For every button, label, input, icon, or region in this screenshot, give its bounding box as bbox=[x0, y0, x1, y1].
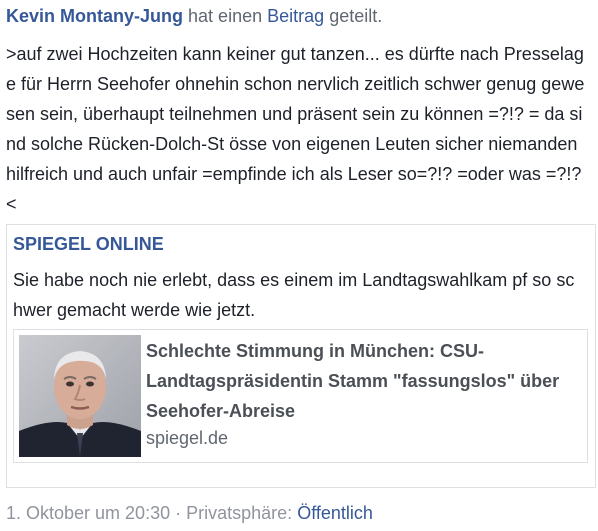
author-name-link[interactable]: Kevin Montany-Jung bbox=[6, 6, 183, 26]
post-footer: 1. Oktober um 20:30 · Privatsphäre: Öffe… bbox=[6, 500, 373, 526]
portrait-illustration bbox=[19, 335, 141, 457]
post-header: Kevin Montany-Jung hat einen Beitrag get… bbox=[6, 4, 382, 28]
article-thumbnail-image[interactable] bbox=[19, 335, 141, 457]
article-domain: spiegel.de bbox=[146, 428, 229, 448]
privacy-label: Privatsphäre: bbox=[186, 503, 293, 523]
header-text-before: hat einen bbox=[188, 6, 263, 26]
post-timestamp-link[interactable]: 1. Oktober um 20:30 bbox=[6, 503, 170, 523]
shared-post-card[interactable]: SPIEGEL ONLINE Sie habe noch nie erlebt,… bbox=[6, 224, 596, 488]
post-link[interactable]: Beitrag bbox=[267, 6, 324, 26]
article-title-link[interactable]: Schlechte Stimmung in München: CSU-Landt… bbox=[146, 336, 582, 426]
post-text: >auf zwei Hochzeiten kann keiner gut tan… bbox=[6, 44, 585, 214]
footer-separator: · bbox=[175, 503, 182, 523]
link-preview-card[interactable]: Schlechte Stimmung in München: CSU-Landt… bbox=[13, 329, 588, 463]
header-text-after: geteilt. bbox=[329, 6, 383, 26]
source-page-name-link[interactable]: SPIEGEL ONLINE bbox=[13, 233, 164, 255]
privacy-setting-link[interactable]: Öffentlich bbox=[297, 503, 373, 523]
shared-post-text: Sie habe noch nie erlebt, dass es einem … bbox=[13, 270, 575, 320]
